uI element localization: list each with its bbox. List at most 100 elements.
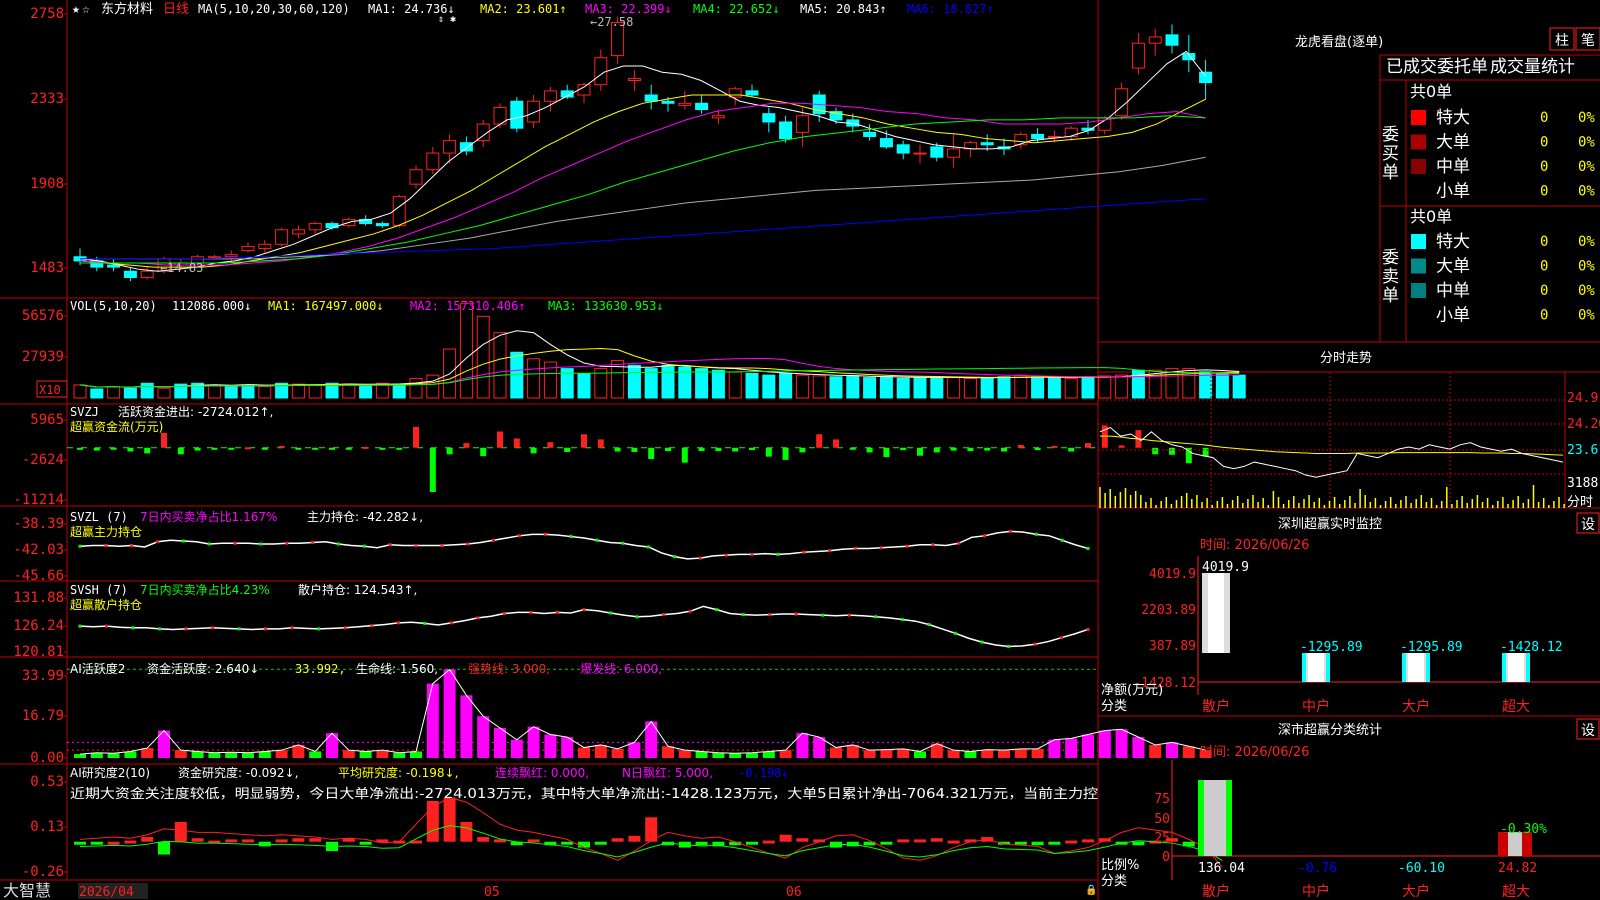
fund-flow-bar [816,434,823,448]
monitor-xlabel: 分类 [1101,699,1127,714]
activity-bar [544,734,557,758]
fund-flow-bar [665,447,671,452]
activity-bar [359,751,372,758]
retail-holding-dot [237,627,241,631]
candle-body [661,100,675,104]
btn-bi-label[interactable]: 笔 [1581,33,1595,49]
main-holding-dot [569,535,573,539]
research-bar [460,821,473,842]
main-holding-dot [828,549,832,553]
research-bar [1048,841,1061,845]
volume-bar [896,377,910,399]
monitor-category-label: 超大 [1502,699,1530,715]
ma-line [79,102,1206,266]
order-type-label: 小单 [1436,306,1470,326]
volume-bar [846,375,860,399]
star-icon[interactable]: ★ [72,2,80,17]
order-type-label: 小单 [1436,182,1470,202]
volume-bar [308,384,322,399]
vol-unit[interactable]: X10 [39,383,61,397]
volume-bar [627,364,641,399]
tab-filled-orders[interactable]: 已成交委托单 [1386,57,1488,77]
stat-y-label: 50 [1154,812,1170,827]
lhb-title: 龙虎看盘(逐单) [1295,34,1383,50]
star-outline-icon[interactable]: ☆ [82,2,90,17]
volume-bar [913,377,927,399]
fund-flow-bar [144,447,151,454]
fund-flow-bar [1034,447,1041,451]
svsh-desc: 7日内买卖净占比4.23% [140,582,270,597]
monitor-category-label: 中户 [1302,698,1330,715]
tab-volume-stats[interactable]: 成交量统计 [1490,57,1575,77]
svzl-desc: 7日内买卖净占比1.167% [140,509,277,524]
monitor-bar-highlight [1508,653,1524,682]
activity-bar [174,750,187,758]
fund-flow-bar [749,447,755,451]
research-bar [1014,841,1027,845]
retail-holding-dot [582,608,586,612]
research-bar [191,838,204,842]
order-percent: 0% [1578,283,1595,299]
retail-holding-dot [900,618,904,622]
research-bar [611,838,624,842]
volume-bar [123,387,137,399]
research-bar [897,839,910,843]
brand-logo[interactable]: 大智慧 [3,881,51,900]
candle-body [375,223,389,227]
activity-bar [443,669,456,758]
fund-flow-bar [480,447,487,457]
volume-bar [224,385,238,399]
research-bar [1132,841,1145,846]
fund-flow-bar [295,447,302,450]
candle-body [1014,133,1028,146]
stat-category-label: 散户 [1202,883,1230,900]
fund-flow-bar [161,432,167,448]
volume-bar [493,332,507,399]
activity-bar [594,744,607,758]
retail-holding-dot [317,627,321,631]
main-holding-dot [1060,538,1064,542]
main-holding-dot [362,544,366,548]
activity-bar [779,750,792,758]
retail-holding-dot [131,626,135,630]
month-06: 06 [786,885,802,900]
retail-holding-dot [423,621,427,625]
period-label[interactable]: 日线 [163,2,189,17]
main-holding-dot [905,544,909,548]
lock-icon[interactable]: 🔒 [1085,884,1097,896]
candle-body [123,270,137,278]
fund-flow-bar [917,447,923,456]
fund-flow-bar [950,447,957,451]
retail-holding-dot [555,610,559,614]
main-holding-dot [156,540,160,544]
activity-bar [275,750,288,758]
fund-flow-bar [177,447,184,455]
retail-holding-dot [264,627,268,631]
ai2-a: 资金研究度: -0.092↓, [178,765,298,780]
retail-holding-dot [1086,627,1090,631]
activity-bar [611,748,624,758]
monitor-y-label: 4019.9 [1149,567,1196,582]
ai1-c: 生命线: 1.560, [356,661,438,676]
stock-name[interactable]: 东方材料 [101,1,153,17]
y-tick-label: 1483 [30,260,64,276]
activity-bar [460,695,473,758]
activity-bar [477,716,490,758]
y-tick-label: -42.03 [13,542,64,558]
retail-holding-dot [768,613,772,617]
btn-zhu-label[interactable]: 柱 [1555,33,1569,49]
activity-bar [981,749,994,758]
stat-value-label: -60.10 [1398,861,1445,876]
activity-bar [258,751,271,758]
y-tick-label: -45.66 [13,568,64,584]
main-holding-dot [104,543,108,547]
monitor-settings-label[interactable]: 设 [1581,517,1595,533]
retail-holding-dot [874,615,878,619]
volume-bar [577,373,591,399]
retail-holding-dot [927,623,931,626]
main-holding-dot [466,542,470,546]
research-bar [695,841,708,846]
volume-bar [207,384,221,399]
tick-y-label: 24.26 [1567,417,1600,432]
stat-settings-label[interactable]: 设 [1581,723,1595,739]
